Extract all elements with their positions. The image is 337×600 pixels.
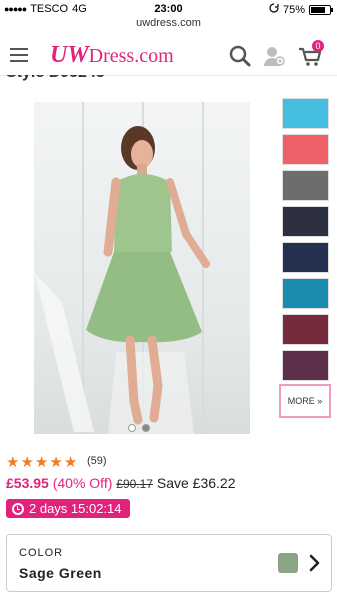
menu-icon[interactable]: [10, 48, 28, 62]
rating-stars[interactable]: ★ ★ ★ ★ ★: [6, 453, 77, 471]
savings-amount: Save £36.22: [156, 475, 236, 491]
site-header: UWDress.com 0: [0, 36, 337, 76]
clock-icon: [12, 502, 24, 515]
color-swatch[interactable]: [282, 350, 329, 381]
url-bar[interactable]: uwdress.com: [0, 17, 337, 29]
status-bar: ●●●●● TESCO 4G 23:00 75% uwdress.com: [0, 0, 337, 29]
status-right: 75%: [269, 3, 333, 16]
color-swatch[interactable]: [282, 314, 329, 345]
product-image[interactable]: [34, 102, 250, 434]
selected-color-chip: [278, 553, 298, 573]
chevron-right-icon: [307, 554, 323, 572]
current-price: £53.95: [6, 475, 49, 491]
star-icon: ★: [49, 454, 63, 471]
review-count[interactable]: (59): [87, 455, 107, 467]
price-row: £53.95 (40% Off) £90.17 Save £36.22: [6, 475, 235, 491]
more-label: MORE: [287, 396, 315, 406]
star-icon: ★: [63, 454, 78, 471]
star-icon: ★: [6, 454, 20, 471]
orientation-lock-icon: [269, 3, 279, 16]
site-logo[interactable]: UWDress.com: [50, 42, 174, 69]
color-swatch[interactable]: [282, 206, 329, 237]
carousel-dot[interactable]: [128, 424, 136, 432]
battery-percent: 75%: [282, 3, 305, 16]
logo-text: Dress.com: [88, 45, 174, 67]
battery-icon: [309, 4, 333, 15]
star-icon: ★: [20, 454, 34, 471]
color-swatch[interactable]: [282, 278, 329, 309]
logo-uw: UW: [50, 42, 89, 68]
color-swatch[interactable]: [282, 134, 329, 165]
cart-icon[interactable]: 0: [298, 40, 324, 68]
color-swatch[interactable]: [282, 170, 329, 201]
color-label: COLOR: [19, 547, 64, 559]
carousel-dots: [128, 424, 150, 432]
cart-count-badge: 0: [312, 40, 324, 52]
color-selector[interactable]: COLOR Sage Green: [6, 534, 332, 592]
more-colors-button[interactable]: MORE »: [279, 384, 331, 418]
search-icon[interactable]: [228, 44, 252, 68]
battery-fill: [311, 6, 325, 13]
chevron-double-right-icon: »: [317, 396, 323, 406]
selected-color-name: Sage Green: [19, 565, 102, 581]
countdown-text: 2 days 15:02:14: [29, 501, 122, 516]
color-swatch[interactable]: [282, 98, 329, 129]
account-icon[interactable]: [262, 44, 286, 68]
carousel-dot-active[interactable]: [142, 424, 150, 432]
model-figure: [34, 126, 210, 434]
discount-percent: (40% Off): [52, 475, 113, 491]
star-icon: ★: [34, 454, 49, 471]
original-price: £90.17: [116, 477, 153, 491]
color-swatch[interactable]: [282, 242, 329, 273]
countdown-timer: 2 days 15:02:14: [6, 499, 130, 518]
